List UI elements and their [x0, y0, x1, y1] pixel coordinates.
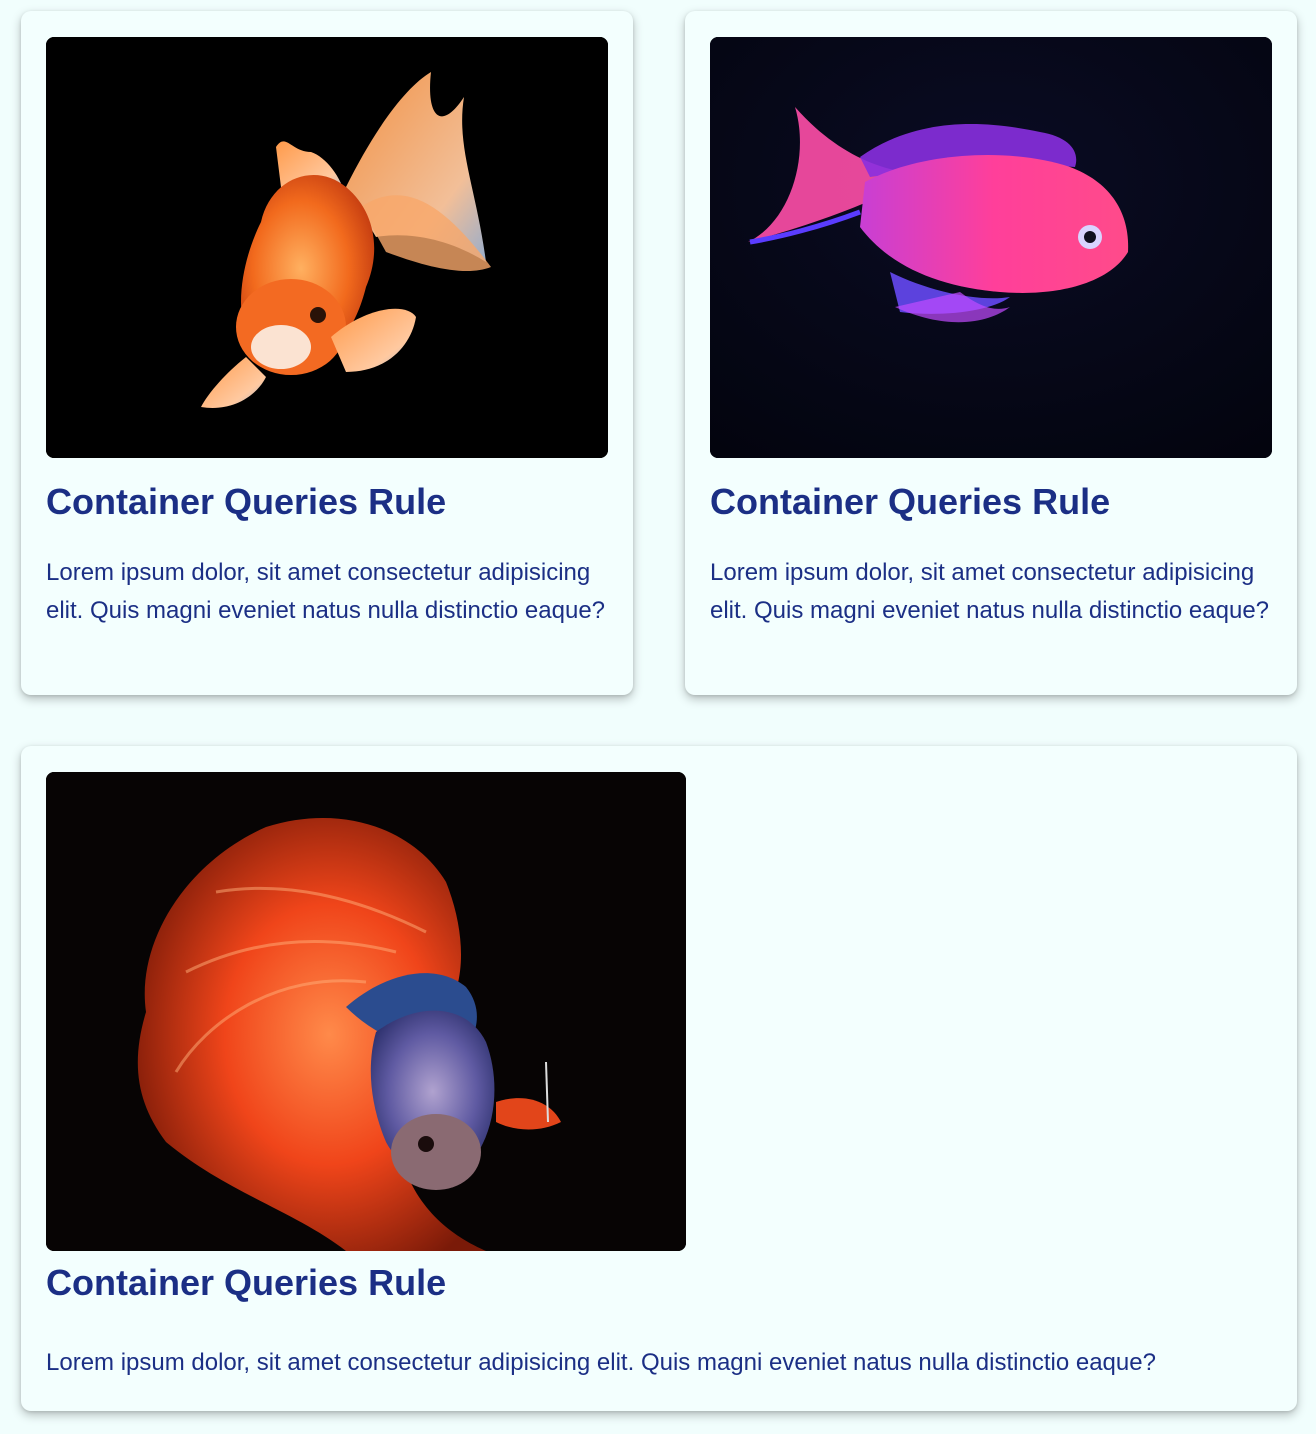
pink-fish-image	[710, 37, 1272, 458]
goldfish-image	[46, 37, 608, 458]
card: Container Queries Rule Lorem ipsum dolor…	[685, 11, 1297, 695]
card-title: Container Queries Rule	[46, 1262, 447, 1303]
card-description: Lorem ipsum dolor, sit amet consectetur …	[46, 1349, 1156, 1376]
card-description: Lorem ipsum dolor, sit amet consectetur …	[710, 559, 1270, 624]
card-description: Lorem ipsum dolor, sit amet consectetur …	[46, 559, 606, 624]
card-title: Container Queries Rule	[46, 481, 447, 522]
card: Container Queries Rule Lorem ipsum dolor…	[21, 11, 633, 695]
card-title: Container Queries Rule	[710, 481, 1111, 522]
card: Container Queries Rule Lorem ipsum dolor…	[21, 746, 1297, 1411]
betta-fish-image	[46, 772, 686, 1251]
card-grid: Container Queries Rule Lorem ipsum dolor…	[0, 0, 1316, 1434]
